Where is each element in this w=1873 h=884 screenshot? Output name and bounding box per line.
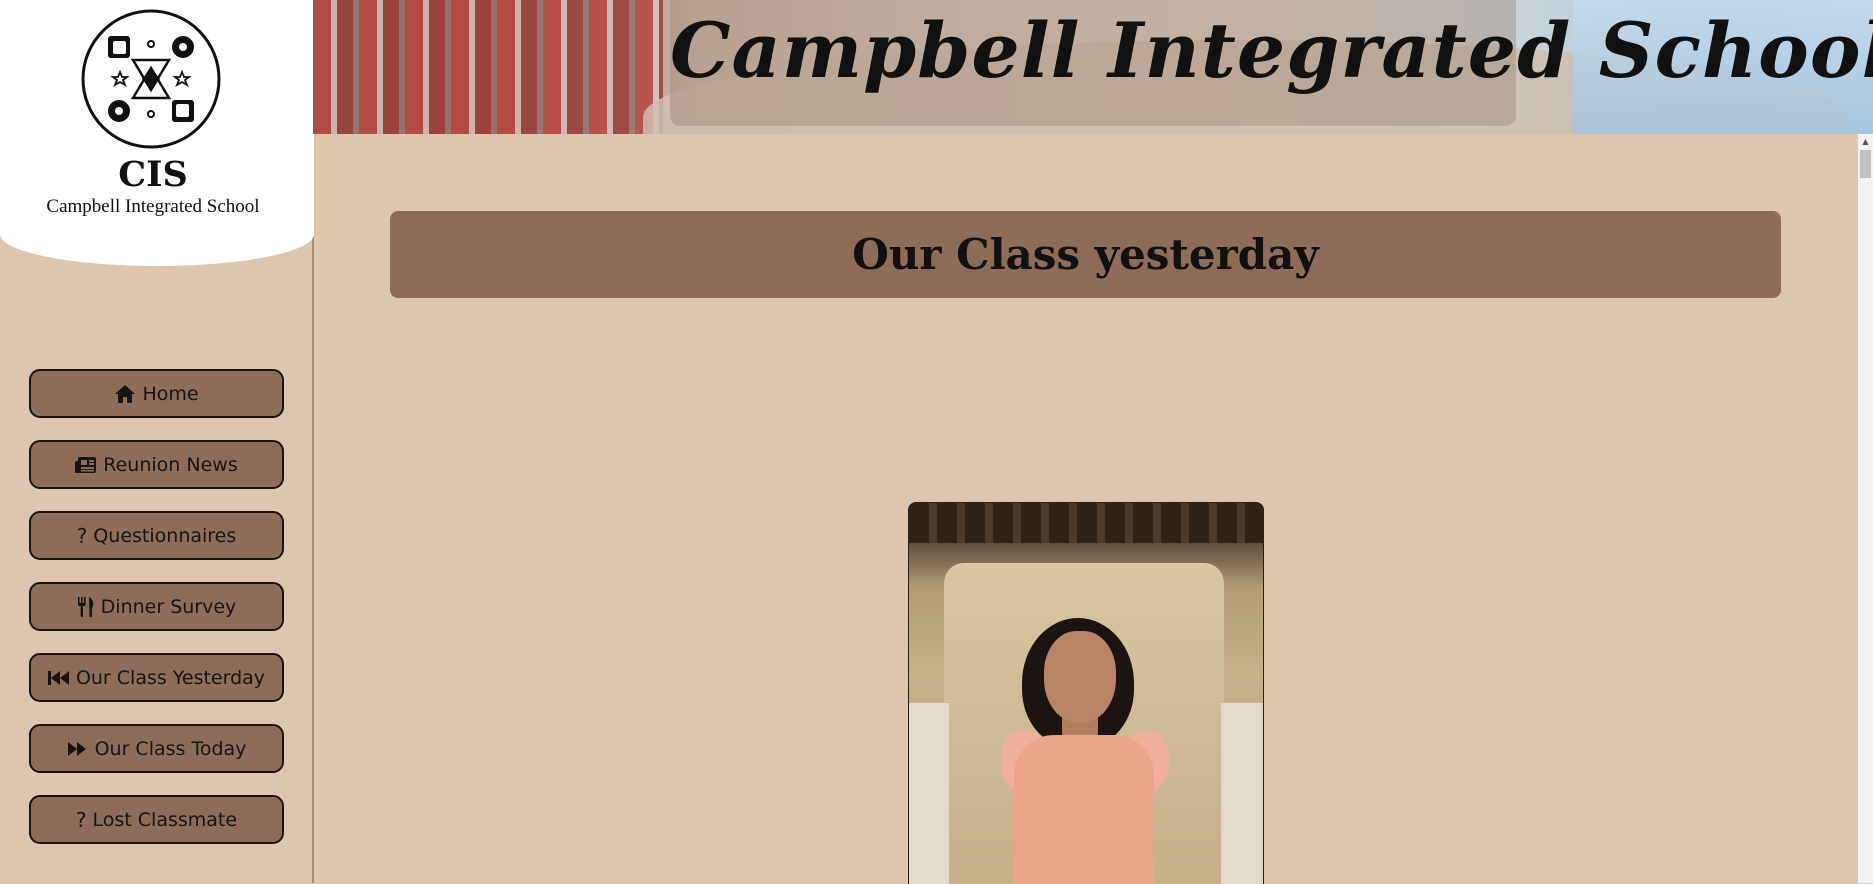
- utensils-icon: [77, 596, 95, 617]
- page-title: Our Class yesterday: [852, 230, 1319, 279]
- nav-label: Questionnaires: [93, 524, 237, 547]
- question-icon: ?: [75, 807, 87, 832]
- nav-our-class-today-button[interactable]: Our Class Today: [29, 724, 284, 773]
- scroll-up-arrow-icon[interactable]: ▲: [1858, 134, 1873, 148]
- nav-questionnaires-button[interactable]: ? Questionnaires: [29, 511, 284, 560]
- logo-card: CIS Campbell Integrated School: [0, 0, 314, 266]
- nav-label: Our Class Yesterday: [75, 666, 266, 689]
- nav-label: Our Class Today: [94, 737, 247, 760]
- nav-home-button[interactable]: Home: [29, 369, 284, 418]
- sidebar: CIS Campbell Integrated School Home Reun…: [0, 0, 314, 883]
- newspaper-icon: [75, 456, 97, 474]
- nav-label: Home: [142, 382, 199, 405]
- logo-school-name: Campbell Integrated School: [46, 196, 260, 217]
- page-heading-bar: Our Class yesterday: [390, 211, 1781, 298]
- logo-abbreviation: CIS: [118, 154, 188, 195]
- school-logo-icon: [81, 9, 221, 149]
- nav-our-class-yesterday-button[interactable]: Our Class Yesterday: [29, 653, 284, 702]
- nav-label: Lost Classmate: [92, 808, 238, 831]
- scrollbar-thumb[interactable]: [1860, 150, 1871, 178]
- home-icon: [114, 384, 136, 404]
- nav-reunion-news-button[interactable]: Reunion News: [29, 440, 284, 489]
- nav-lost-classmate-button[interactable]: ? Lost Classmate: [29, 795, 284, 844]
- site-title: Campbell Integrated School: [670, 6, 1873, 95]
- nav-label: Reunion News: [103, 453, 238, 476]
- nav-dinner-survey-button[interactable]: Dinner Survey: [29, 582, 284, 631]
- class-photo: [908, 502, 1264, 884]
- backward-icon: [47, 670, 70, 686]
- forward-icon: [67, 741, 89, 757]
- nav-label: Dinner Survey: [100, 595, 237, 618]
- question-icon: ?: [76, 523, 88, 548]
- scrollbar-track[interactable]: [1858, 134, 1873, 883]
